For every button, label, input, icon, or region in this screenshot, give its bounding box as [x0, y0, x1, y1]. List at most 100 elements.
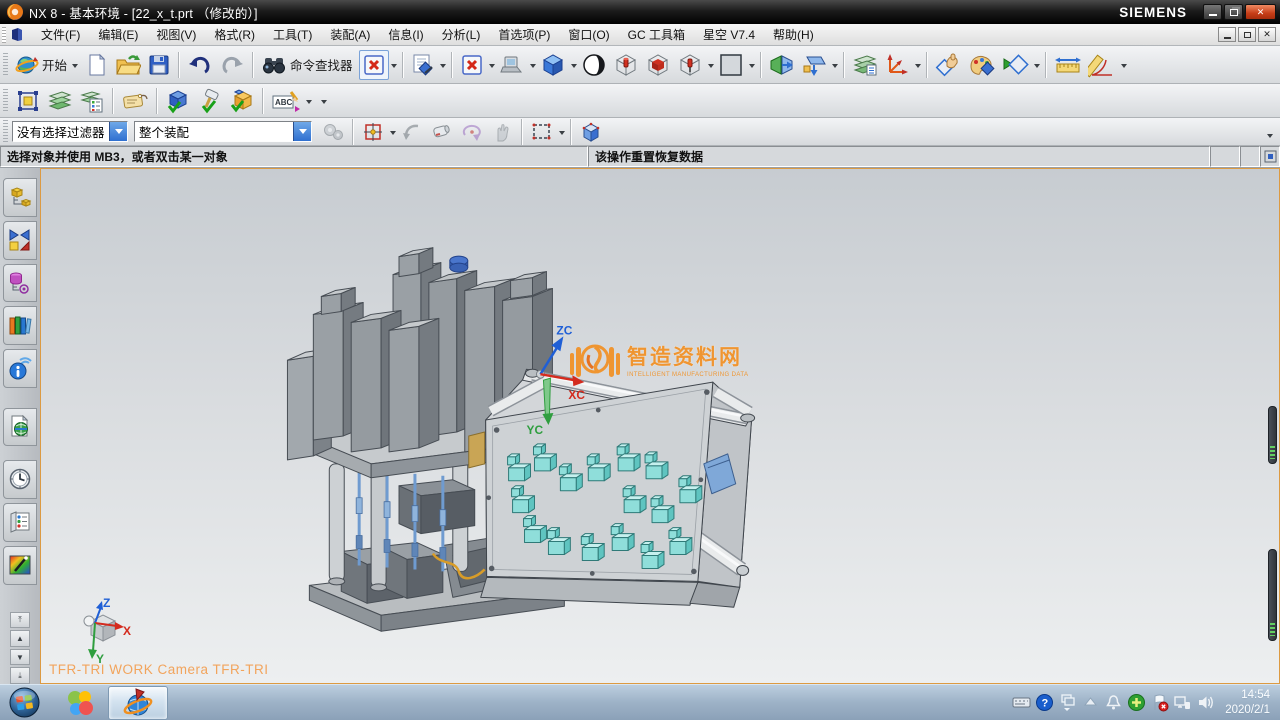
action-flag-icon[interactable]	[1150, 693, 1169, 712]
chevron-down-icon[interactable]	[440, 64, 446, 71]
chevron-down-icon[interactable]	[1121, 64, 1127, 71]
colorful-app-icon[interactable]	[66, 689, 94, 717]
chevron-down-icon[interactable]	[832, 64, 838, 71]
cad-model[interactable]: ZC XC YC	[41, 169, 1279, 683]
chevron-down-icon[interactable]	[390, 131, 396, 138]
chevron-down-icon[interactable]	[749, 64, 755, 71]
toolbar-grip[interactable]	[3, 53, 8, 77]
chevron-down-icon[interactable]	[559, 131, 565, 138]
menu-item-tools[interactable]: 工具(T)	[264, 24, 321, 45]
open-folder-icon[interactable]	[112, 50, 144, 80]
hide-object-icon[interactable]	[610, 50, 642, 80]
measure-angle-icon[interactable]	[1085, 50, 1119, 80]
menu-item-edit[interactable]: 编辑(E)	[89, 24, 147, 45]
redo-icon[interactable]	[216, 50, 248, 80]
drag-hand-icon[interactable]	[487, 117, 517, 147]
chevron-down-icon[interactable]	[306, 100, 312, 107]
menu-item-help[interactable]: 帮助(H)	[764, 24, 823, 45]
combo-arrow-icon[interactable]	[109, 122, 127, 141]
toolbar-overflow-icon[interactable]	[321, 100, 327, 107]
chevron-down-icon[interactable]	[391, 64, 397, 71]
menu-item-information[interactable]: 信息(I)	[379, 24, 432, 45]
menu-item-file[interactable]: 文件(F)	[32, 24, 89, 45]
chevron-down-icon[interactable]	[915, 64, 921, 71]
edit-section-icon[interactable]	[798, 50, 830, 80]
window-refresh-icon[interactable]	[457, 50, 487, 80]
child-restore-icon[interactable]	[1238, 27, 1256, 42]
roller-icon[interactable]	[427, 117, 457, 147]
gears-icon[interactable]	[318, 117, 348, 147]
graphics-window[interactable]: ZC XC YC 智造资料网	[40, 168, 1280, 684]
select-rect-icon[interactable]	[12, 86, 44, 116]
help-icon[interactable]: ?	[1035, 693, 1054, 712]
assembly-navigator-icon[interactable]	[3, 178, 37, 217]
taskbar-clock[interactable]: 14:54 2020/2/1	[1225, 688, 1270, 718]
notification-bell-icon[interactable]	[1104, 693, 1123, 712]
display-mode-icon[interactable]	[496, 50, 528, 80]
toolbar-grip[interactable]	[3, 120, 8, 144]
menu-item-gc-toolbox[interactable]: GC 工具箱	[619, 24, 694, 45]
binoculars-icon[interactable]: 命令查找器	[258, 50, 359, 80]
right-scroll-thumb[interactable]	[1268, 549, 1277, 641]
menu-grip[interactable]	[2, 27, 6, 43]
measure-distance-icon[interactable]	[1051, 50, 1085, 80]
show-object-icon[interactable]	[674, 50, 706, 80]
verify-assembly-icon[interactable]	[226, 86, 258, 116]
child-close-icon[interactable]: ✕	[1258, 27, 1276, 42]
volume-icon[interactable]	[1196, 693, 1215, 712]
solid-cube-icon[interactable]	[576, 117, 606, 147]
text-edit-icon[interactable]: ABC	[268, 86, 304, 116]
scroll-top-icon[interactable]: ⤒	[10, 612, 30, 629]
scroll-up-icon[interactable]: ▲	[10, 630, 30, 647]
nx-task-button[interactable]	[108, 686, 168, 720]
chevron-down-icon[interactable]	[530, 64, 536, 71]
palettes-icon[interactable]	[3, 503, 37, 542]
touch-window-icon[interactable]	[359, 50, 389, 80]
windows-stack-icon[interactable]	[1058, 693, 1077, 712]
scope-combo[interactable]: 整个装配	[134, 121, 312, 142]
network-icon[interactable]	[1173, 693, 1192, 712]
background-icon[interactable]	[715, 50, 747, 80]
status-select-icon[interactable]	[1260, 146, 1280, 167]
rect-select-icon[interactable]	[527, 117, 557, 147]
verify-part-icon[interactable]	[162, 86, 194, 116]
constraint-navigator-icon[interactable]	[3, 221, 37, 260]
menu-item-plugin[interactable]: 星空 V7.4	[694, 24, 764, 45]
child-minimize-icon[interactable]	[1218, 27, 1236, 42]
snap-point-icon[interactable]	[358, 117, 388, 147]
layer-sheets-icon[interactable]	[849, 50, 881, 80]
menu-item-window[interactable]: 窗口(O)	[559, 24, 618, 45]
section-view-icon[interactable]	[766, 50, 798, 80]
verify-tool-icon[interactable]	[194, 86, 226, 116]
chevron-down-icon[interactable]	[708, 64, 714, 71]
recall-arrow-icon[interactable]	[397, 117, 427, 147]
layer-stack-icon[interactable]	[44, 86, 76, 116]
tag-note-icon[interactable]	[118, 86, 152, 116]
combo-arrow-icon[interactable]	[293, 122, 311, 141]
reuse-library-icon[interactable]	[3, 306, 37, 345]
right-scroll-thumb[interactable]	[1268, 406, 1277, 464]
animation-play-icon[interactable]	[998, 50, 1032, 80]
render-style-icon[interactable]	[578, 50, 610, 80]
layer-settings-icon[interactable]	[76, 86, 108, 116]
hd3d-tools-icon[interactable]	[3, 349, 37, 388]
save-icon[interactable]	[144, 50, 174, 80]
new-file-icon[interactable]	[82, 50, 112, 80]
restore-icon[interactable]	[1224, 4, 1243, 20]
palette-icon[interactable]	[964, 50, 998, 80]
close-icon[interactable]: ✕	[1245, 4, 1276, 20]
view-triad[interactable]: Z X Y	[69, 595, 133, 667]
start-globe-icon[interactable]: 开始	[12, 50, 82, 80]
toolbar-overflow-icon[interactable]	[1267, 134, 1273, 141]
part-navigator-icon[interactable]	[3, 264, 37, 303]
rotate-point-icon[interactable]	[457, 117, 487, 147]
menu-item-preferences[interactable]: 首选项(P)	[489, 24, 559, 45]
scroll-down-icon[interactable]: ▼	[10, 649, 30, 666]
chevron-down-icon[interactable]	[571, 64, 577, 71]
roles-icon[interactable]	[3, 546, 37, 585]
info-note-icon[interactable]	[408, 50, 438, 80]
web-browser-icon[interactable]	[3, 408, 37, 447]
keyboard-icon[interactable]	[1012, 693, 1031, 712]
menu-item-analysis[interactable]: 分析(L)	[433, 24, 490, 45]
menu-item-assemblies[interactable]: 装配(A)	[321, 24, 379, 45]
